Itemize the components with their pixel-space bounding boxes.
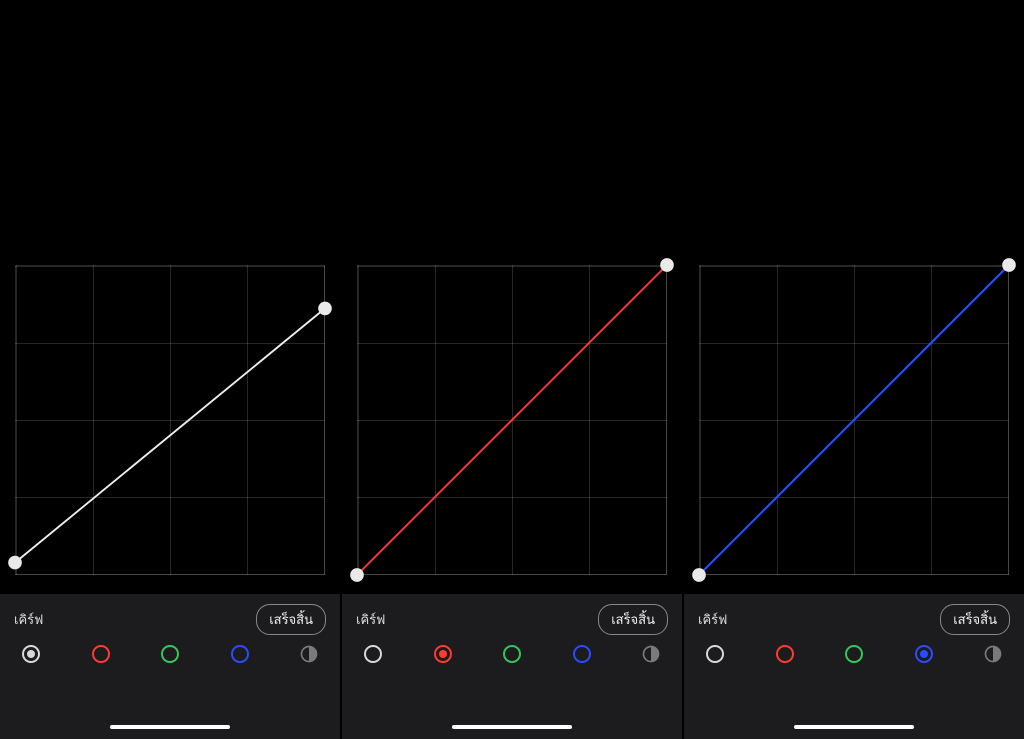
ring-icon bbox=[231, 645, 249, 663]
channel-red-button[interactable] bbox=[432, 643, 454, 665]
editor-screen-blue: เคิร์ฟ เสร็จสิ้น bbox=[682, 0, 1024, 739]
channel-blue-button[interactable] bbox=[571, 643, 593, 665]
ring-icon bbox=[503, 645, 521, 663]
contrast-icon bbox=[983, 644, 1003, 664]
dot-icon bbox=[439, 650, 447, 658]
bottom-bar-header: เคิร์ฟ เสร็จสิ้น bbox=[356, 604, 668, 635]
channel-red-button[interactable] bbox=[90, 643, 112, 665]
channel-row bbox=[698, 643, 1010, 665]
channel-row bbox=[356, 643, 668, 665]
channel-green-button[interactable] bbox=[501, 643, 523, 665]
ring-icon bbox=[915, 645, 933, 663]
contrast-icon bbox=[299, 644, 319, 664]
curves-grid-area[interactable] bbox=[15, 265, 325, 575]
curve-handles[interactable] bbox=[699, 265, 1009, 575]
curve-handle-end[interactable] bbox=[660, 258, 674, 272]
dot-icon bbox=[920, 650, 928, 658]
curve-handle-end[interactable] bbox=[1002, 258, 1016, 272]
tool-title: เคิร์ฟ bbox=[698, 609, 727, 630]
tool-title: เคิร์ฟ bbox=[14, 609, 43, 630]
bottom-bar-header: เคิร์ฟ เสร็จสิ้น bbox=[698, 604, 1010, 635]
bottom-bar-header: เคิร์ฟ เสร็จสิ้น bbox=[14, 604, 326, 635]
curve-handle-start[interactable] bbox=[350, 568, 364, 582]
bottom-bar: เคิร์ฟ เสร็จสิ้น bbox=[342, 594, 682, 739]
channel-green-button[interactable] bbox=[159, 643, 181, 665]
channel-white-button[interactable] bbox=[20, 643, 42, 665]
editor-screen-white: เคิร์ฟ เสร็จสิ้น bbox=[0, 0, 340, 739]
done-button[interactable]: เสร็จสิ้น bbox=[940, 604, 1010, 635]
channel-row bbox=[14, 643, 326, 665]
channel-blue-button[interactable] bbox=[229, 643, 251, 665]
ring-icon bbox=[776, 645, 794, 663]
ring-icon bbox=[706, 645, 724, 663]
tool-title: เคิร์ฟ bbox=[356, 609, 385, 630]
channel-green-button[interactable] bbox=[843, 643, 865, 665]
bottom-bar: เคิร์ฟ เสร็จสิ้น bbox=[0, 594, 340, 739]
channel-white-button[interactable] bbox=[704, 643, 726, 665]
ring-icon bbox=[573, 645, 591, 663]
home-indicator[interactable] bbox=[452, 725, 572, 729]
channel-bw-button[interactable] bbox=[298, 643, 320, 665]
channel-red-button[interactable] bbox=[774, 643, 796, 665]
ring-icon bbox=[22, 645, 40, 663]
ring-icon bbox=[845, 645, 863, 663]
ring-icon bbox=[92, 645, 110, 663]
channel-bw-button[interactable] bbox=[640, 643, 662, 665]
curve-handle-start[interactable] bbox=[8, 556, 22, 570]
ring-icon bbox=[161, 645, 179, 663]
channel-white-button[interactable] bbox=[362, 643, 384, 665]
curves-grid-area[interactable] bbox=[699, 265, 1009, 575]
contrast-icon bbox=[641, 644, 661, 664]
dot-icon bbox=[27, 650, 35, 658]
curve-handle-start[interactable] bbox=[692, 568, 706, 582]
home-indicator[interactable] bbox=[794, 725, 914, 729]
bottom-bar: เคิร์ฟ เสร็จสิ้น bbox=[684, 594, 1024, 739]
done-button[interactable]: เสร็จสิ้น bbox=[598, 604, 668, 635]
done-button[interactable]: เสร็จสิ้น bbox=[256, 604, 326, 635]
curve-handle-end[interactable] bbox=[318, 302, 332, 316]
editor-screen-red: เคิร์ฟ เสร็จสิ้น bbox=[340, 0, 682, 739]
channel-blue-button[interactable] bbox=[913, 643, 935, 665]
ring-icon bbox=[434, 645, 452, 663]
curves-grid-area[interactable] bbox=[357, 265, 667, 575]
ring-icon bbox=[364, 645, 382, 663]
home-indicator[interactable] bbox=[110, 725, 230, 729]
channel-bw-button[interactable] bbox=[982, 643, 1004, 665]
curve-handles[interactable] bbox=[15, 265, 325, 575]
curve-handles[interactable] bbox=[357, 265, 667, 575]
triple-screenshot-stage: เคิร์ฟ เสร็จสิ้น bbox=[0, 0, 1024, 739]
